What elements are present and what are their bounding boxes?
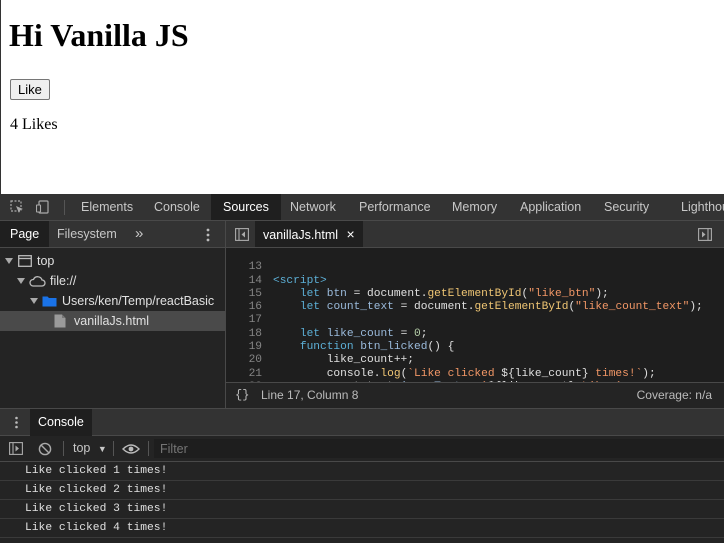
tab-network[interactable]: Network — [281, 194, 345, 220]
tree-item-folder[interactable]: Users/ken/Temp/reactBasic — [0, 291, 225, 311]
context-selector[interactable]: top ▼ — [73, 436, 107, 461]
page-content: Hi Vanilla JS Like 4 Likes — [0, 0, 724, 194]
message-text: Like clicked 1 times! — [25, 465, 168, 477]
expand-arrow-icon[interactable] — [17, 278, 25, 284]
tree-item-file-origin[interactable]: file:// — [0, 271, 225, 291]
toggle-navigator-icon[interactable] — [235, 228, 249, 241]
code-line: 18 function btn_licked() { — [226, 315, 724, 353]
tree-item-label: vanillaJs.html — [74, 314, 150, 328]
editor-status-bar: {} Line 17, Column 8 Coverage: n/a — [226, 382, 724, 408]
code-line: 21 count_text.innerText = `${like_count}… — [226, 354, 724, 382]
code-line: 15 let count_text = document.getElementB… — [226, 275, 724, 313]
show-sidebar-icon[interactable] — [9, 442, 23, 455]
message-text: Like clicked 3 times! — [25, 503, 168, 515]
message-text: Like clicked 4 times! — [25, 522, 168, 534]
close-tab-icon[interactable]: × — [347, 226, 355, 242]
toolbar-divider — [64, 200, 65, 215]
tree-item-label: top — [37, 254, 55, 268]
like-count-text: 4 Likes — [10, 116, 58, 133]
more-options-icon[interactable] — [205, 228, 211, 242]
expand-arrow-icon[interactable] — [30, 298, 38, 304]
tree-item-file[interactable]: vanillaJs.html — [0, 311, 225, 331]
drawer-tab-console[interactable]: Console — [30, 409, 92, 436]
inspect-element-icon[interactable] — [10, 200, 24, 214]
editor-file-tab[interactable]: vanillaJs.html × — [255, 221, 363, 247]
code-line: 17 let like_count = 0; — [226, 301, 724, 339]
tab-elements[interactable]: Elements — [72, 194, 142, 220]
editor-tabbar: vanillaJs.html × — [226, 221, 724, 248]
toolbar-divider — [148, 441, 149, 456]
code-line: 13 <script> — [226, 248, 724, 286]
tab-page[interactable]: Page — [0, 221, 50, 247]
console-messages: Like clicked 1 times! Like clicked 2 tim… — [0, 462, 724, 543]
code-editor: vanillaJs.html × 13 <script> 14 let btn … — [226, 221, 724, 408]
live-expression-eye-icon[interactable] — [122, 443, 140, 455]
toolbar-divider — [113, 441, 114, 456]
clear-console-icon[interactable] — [38, 442, 52, 456]
console-message: Like clicked 1 times! — [0, 462, 724, 481]
devtools-tabbar: Elements Console Sources Network Perform… — [0, 194, 724, 221]
code-area[interactable]: 13 <script> 14 let btn = document.getEle… — [226, 248, 724, 382]
file-icon — [54, 314, 66, 328]
page-heading: Hi Vanilla JS — [9, 17, 189, 53]
code-line: 19 like_count++; — [226, 328, 724, 366]
tree-item-top[interactable]: top — [0, 251, 225, 271]
console-message: Like clicked 3 times! — [0, 500, 724, 519]
code-line: 22 } — [226, 368, 724, 382]
tab-lighthouse[interactable]: Lighthouse — [672, 194, 724, 220]
folder-icon — [42, 296, 57, 307]
cursor-position: Line 17, Column 8 — [261, 388, 359, 402]
tab-application[interactable]: Application — [511, 194, 590, 220]
tree-item-label: Users/ken/Temp/reactBasic — [62, 294, 215, 308]
tab-performance[interactable]: Performance — [350, 194, 440, 220]
tab-memory[interactable]: Memory — [443, 194, 506, 220]
toggle-debugger-icon[interactable] — [698, 228, 712, 241]
context-label: top — [73, 441, 91, 455]
toolbar-divider — [63, 441, 64, 456]
pretty-print-icon[interactable]: {} — [235, 383, 249, 407]
frame-icon — [18, 255, 32, 267]
file-tab-label: vanillaJs.html — [263, 228, 339, 242]
devtools-panel: Elements Console Sources Network Perform… — [0, 194, 724, 543]
code-line: 16 — [226, 288, 724, 313]
coverage-status: Coverage: n/a — [636, 388, 712, 402]
expand-arrow-icon[interactable] — [5, 258, 13, 264]
device-toolbar-icon[interactable] — [36, 200, 50, 214]
console-filter-input[interactable] — [154, 439, 724, 458]
tab-console[interactable]: Console — [145, 194, 209, 220]
drawer-menu-icon[interactable] — [14, 416, 19, 429]
code-line: 14 let btn = document.getElementById("li… — [226, 261, 724, 300]
message-text: Like clicked 2 times! — [25, 484, 168, 496]
dropdown-arrow-icon: ▼ — [97, 444, 107, 454]
console-message: Like clicked 4 times! — [0, 519, 724, 538]
tab-filesystem[interactable]: Filesystem — [47, 221, 127, 247]
console-message: Like clicked 2 times! — [0, 481, 724, 500]
more-tabs-icon[interactable]: » — [131, 221, 147, 247]
sources-navigator: Page Filesystem » top file:// Users/ken/… — [0, 221, 226, 408]
tab-sources[interactable]: Sources — [211, 194, 281, 220]
tab-security[interactable]: Security — [595, 194, 658, 220]
code-line: 20 console.log(`Like clicked ${like_coun… — [226, 341, 724, 379]
like-button[interactable]: Like — [10, 79, 50, 100]
cloud-icon — [29, 276, 46, 287]
drawer-tabbar: Console — [0, 408, 724, 436]
console-toolbar: top ▼ — [0, 436, 724, 462]
tree-item-label: file:// — [50, 274, 77, 288]
navigator-tabbar: Page Filesystem » — [0, 221, 225, 248]
